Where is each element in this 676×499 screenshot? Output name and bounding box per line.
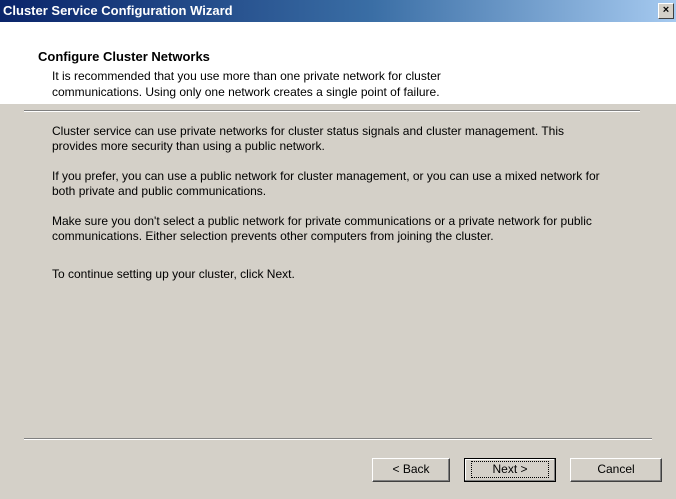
- close-icon[interactable]: ×: [658, 3, 674, 19]
- body-paragraph: Make sure you don't select a public netw…: [52, 214, 592, 243]
- wizard-body: Cluster service can use private networks…: [52, 124, 612, 297]
- next-button-label: Next >: [471, 461, 549, 478]
- body-paragraph: If you prefer, you can use a public netw…: [52, 169, 600, 198]
- header-divider: [24, 110, 640, 112]
- cancel-button[interactable]: Cancel: [570, 458, 662, 482]
- footer-divider: [24, 438, 652, 440]
- body-paragraph: To continue setting up your cluster, cli…: [52, 267, 295, 281]
- next-button[interactable]: Next >: [464, 458, 556, 482]
- title-bar: Cluster Service Configuration Wizard ×: [0, 0, 676, 22]
- page-subtitle: It is recommended that you use more than…: [52, 69, 441, 99]
- back-button[interactable]: < Back: [372, 458, 450, 482]
- window-title: Cluster Service Configuration Wizard: [3, 3, 233, 18]
- page-title: Configure Cluster Networks: [38, 49, 210, 64]
- wizard-window: Cluster Service Configuration Wizard × C…: [0, 0, 676, 499]
- wizard-header: Configure Cluster Networks It is recomme…: [0, 22, 676, 104]
- body-paragraph: Cluster service can use private networks…: [52, 124, 565, 153]
